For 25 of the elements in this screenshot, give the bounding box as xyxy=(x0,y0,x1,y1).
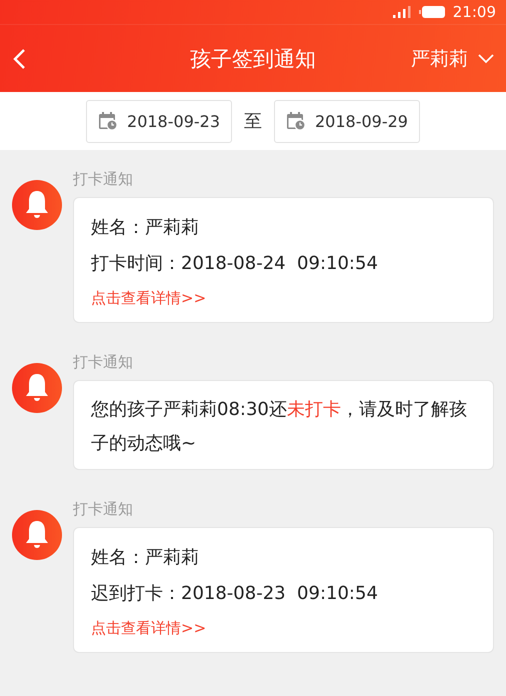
chevron-down-icon[interactable] xyxy=(478,54,494,64)
bell-icon xyxy=(12,363,62,413)
detail-line: 打卡时间：2018-08-24 09:10:54 xyxy=(91,252,379,276)
back-icon[interactable] xyxy=(12,48,26,70)
bell-icon xyxy=(12,510,62,560)
detail-line: 迟到打卡：2018-08-23 09:10:54 xyxy=(91,582,379,606)
bell-icon xyxy=(12,180,62,230)
range-separator: 至 xyxy=(244,110,262,133)
end-date-field[interactable]: 2018-09-29 xyxy=(274,100,420,142)
status-time: 21:09 xyxy=(452,3,496,21)
calendar-icon xyxy=(98,111,118,131)
start-date-field[interactable]: 2018-09-23 xyxy=(86,100,232,142)
battery-icon xyxy=(418,6,445,18)
page-title: 孩子签到通知 xyxy=(190,46,316,72)
signal-icon xyxy=(392,6,411,18)
details-link[interactable]: 点击查看详情>> xyxy=(91,282,477,314)
detail-line: 姓名：严莉莉 xyxy=(91,216,200,240)
calendar-icon xyxy=(286,111,306,131)
notification-label: 打卡通知 xyxy=(73,500,134,519)
child-selector[interactable]: 严莉莉 xyxy=(411,46,468,72)
notification-label: 打卡通知 xyxy=(73,170,134,189)
details-link[interactable]: 点击查看详情>> xyxy=(91,612,477,644)
detail-line: 姓名：严莉莉 xyxy=(91,546,200,570)
notification-label: 打卡通知 xyxy=(73,353,134,372)
notification-message: 您的孩子严莉莉08:30还未打卡，请及时了解孩子的动态哦~ xyxy=(91,398,468,456)
